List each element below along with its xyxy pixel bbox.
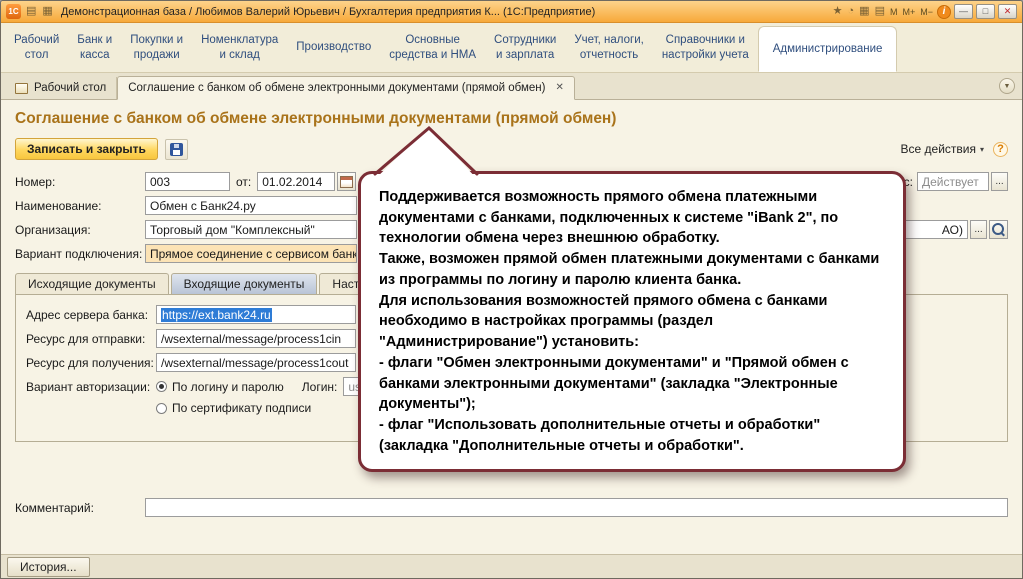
send-resource-label: Ресурс для отправки: xyxy=(26,332,156,346)
window-title: Демонстрационная база / Любимов Валерий … xyxy=(61,6,595,18)
save-button[interactable] xyxy=(165,139,188,160)
auth-login-label: По логину и паролю xyxy=(172,380,284,394)
favorites-icon[interactable]: ★ xyxy=(832,6,844,17)
auth-variant-label: Вариант авторизации: xyxy=(26,380,156,394)
tab-desktop[interactable]: Рабочий стол xyxy=(5,77,117,99)
auth-cert-radio[interactable] xyxy=(156,403,167,414)
command-bar: Записать и закрыть Все действия ▾ ? xyxy=(15,138,1008,160)
magnifier-icon xyxy=(992,223,1005,236)
tab-agreement-label: Соглашение с банком об обмене электронны… xyxy=(128,82,545,94)
name-label: Наименование: xyxy=(15,199,145,213)
titlebar-controls: ★ ◔ ▦ ▤ M M+ M− i — □ ✕ xyxy=(832,4,1017,19)
bank-more-button[interactable]: ... xyxy=(970,220,987,239)
number-label: Номер: xyxy=(15,175,145,189)
command-bar-right: Все действия ▾ ? xyxy=(901,142,1008,157)
memory-icon[interactable]: M xyxy=(889,7,899,17)
tab-incoming-documents[interactable]: Входящие документы xyxy=(171,273,318,294)
section-administration[interactable]: Администрирование xyxy=(758,26,898,72)
status-more-button[interactable]: ... xyxy=(991,172,1008,191)
new-document-icon[interactable]: ▤ xyxy=(25,6,37,17)
chevron-down-icon: ▾ xyxy=(980,145,984,154)
date-label: от: xyxy=(236,175,251,189)
info-icon[interactable]: i xyxy=(937,5,951,19)
section-nomenclature-warehouse[interactable]: Номенклатура и склад xyxy=(192,23,287,72)
floppy-icon xyxy=(170,143,183,156)
comment-input[interactable] xyxy=(145,498,1008,517)
connection-input[interactable]: Прямое соединение с сервисом банка xyxy=(145,244,357,263)
section-purchases-sales[interactable]: Покупки и продажи xyxy=(121,23,192,72)
organization-label: Организация: xyxy=(15,223,145,237)
section-bank-kassa[interactable]: Банк и касса xyxy=(68,23,121,72)
title-bar: 1С ▤ ▦ Демонстрационная база / Любимов В… xyxy=(1,1,1022,23)
row-comment: Комментарий: xyxy=(15,498,1008,517)
app-icon[interactable]: 1С xyxy=(6,4,21,19)
send-resource-input[interactable]: /wsexternal/message/process1cin xyxy=(156,329,356,348)
bank-search-button[interactable] xyxy=(989,220,1008,239)
tab-agreement[interactable]: Соглашение с банком об обмене электронны… xyxy=(117,76,575,100)
auth-login-radio[interactable] xyxy=(156,381,167,392)
login-label: Логин: xyxy=(302,380,338,394)
connection-label: Вариант подключения: xyxy=(15,247,145,261)
document-tab-bar: Рабочий стол Соглашение с банком об обме… xyxy=(1,73,1022,100)
tab-outgoing-documents[interactable]: Исходящие документы xyxy=(15,273,169,294)
memory-minus-icon[interactable]: M− xyxy=(919,7,934,17)
tab-list-button[interactable]: ▼ xyxy=(999,78,1015,94)
minimize-button[interactable]: — xyxy=(954,4,973,19)
all-actions-label: Все действия xyxy=(901,142,976,156)
server-label: Адрес сервера банка: xyxy=(26,308,156,322)
history-icon[interactable]: ◔ xyxy=(847,6,856,17)
calendar-button[interactable] xyxy=(337,172,356,191)
history-button[interactable]: История... xyxy=(7,557,90,577)
open-document-icon[interactable]: ▦ xyxy=(41,6,53,17)
callout-text: Поддерживается возможность прямого обмен… xyxy=(379,187,885,457)
auth-cert-label: По сертификату подписи xyxy=(172,401,311,415)
app-window: 1С ▤ ▦ Демонстрационная база / Любимов В… xyxy=(0,0,1023,579)
callout-bubble: Поддерживается возможность прямого обмен… xyxy=(358,171,906,472)
tab-close-icon[interactable]: ✕ xyxy=(555,83,563,93)
save-close-button[interactable]: Записать и закрыть xyxy=(15,138,158,160)
receive-resource-input[interactable]: /wsexternal/message/process1cout xyxy=(156,353,356,372)
section-accounting-taxes[interactable]: Учет, налоги, отчетность xyxy=(565,23,653,72)
section-staff-salary[interactable]: Сотрудники и зарплата xyxy=(485,23,565,72)
section-references-settings[interactable]: Справочники и настройки учета xyxy=(653,23,758,72)
memory-plus-icon[interactable]: M+ xyxy=(901,7,916,17)
section-production[interactable]: Производство xyxy=(287,23,380,72)
number-input[interactable]: 003 xyxy=(145,172,230,191)
receive-resource-label: Ресурс для получения: xyxy=(26,356,156,370)
help-button[interactable]: ? xyxy=(993,142,1008,157)
organization-input[interactable]: Торговый дом "Комплексный" xyxy=(145,220,357,239)
desktop-icon xyxy=(15,83,28,94)
section-fixed-assets[interactable]: Основные средства и НМА xyxy=(380,23,485,72)
status-field[interactable]: Действует xyxy=(917,172,989,191)
calendar-tool-icon[interactable]: ▦ xyxy=(858,6,870,17)
comment-label: Комментарий: xyxy=(15,501,145,515)
footer-bar: История... xyxy=(1,554,1022,578)
server-input[interactable]: https://ext.bank24.ru xyxy=(156,305,356,324)
section-desktop[interactable]: Рабочий стол xyxy=(5,23,68,72)
tab-desktop-label: Рабочий стол xyxy=(34,82,106,94)
date-input[interactable]: 01.02.2014 xyxy=(257,172,335,191)
maximize-button[interactable]: □ xyxy=(976,4,995,19)
section-panel: Рабочий стол Банк и касса Покупки и прод… xyxy=(1,23,1022,73)
server-value-selected: https://ext.bank24.ru xyxy=(161,308,272,322)
all-actions-button[interactable]: Все действия ▾ xyxy=(901,142,984,156)
calendar-icon xyxy=(340,176,353,188)
name-input[interactable]: Обмен с Банк24.ру xyxy=(145,196,357,215)
close-button[interactable]: ✕ xyxy=(998,4,1017,19)
callout-tail xyxy=(369,125,489,179)
calculator-icon[interactable]: ▤ xyxy=(874,6,886,17)
page-title: Соглашение с банком об обмене электронны… xyxy=(15,110,1008,128)
